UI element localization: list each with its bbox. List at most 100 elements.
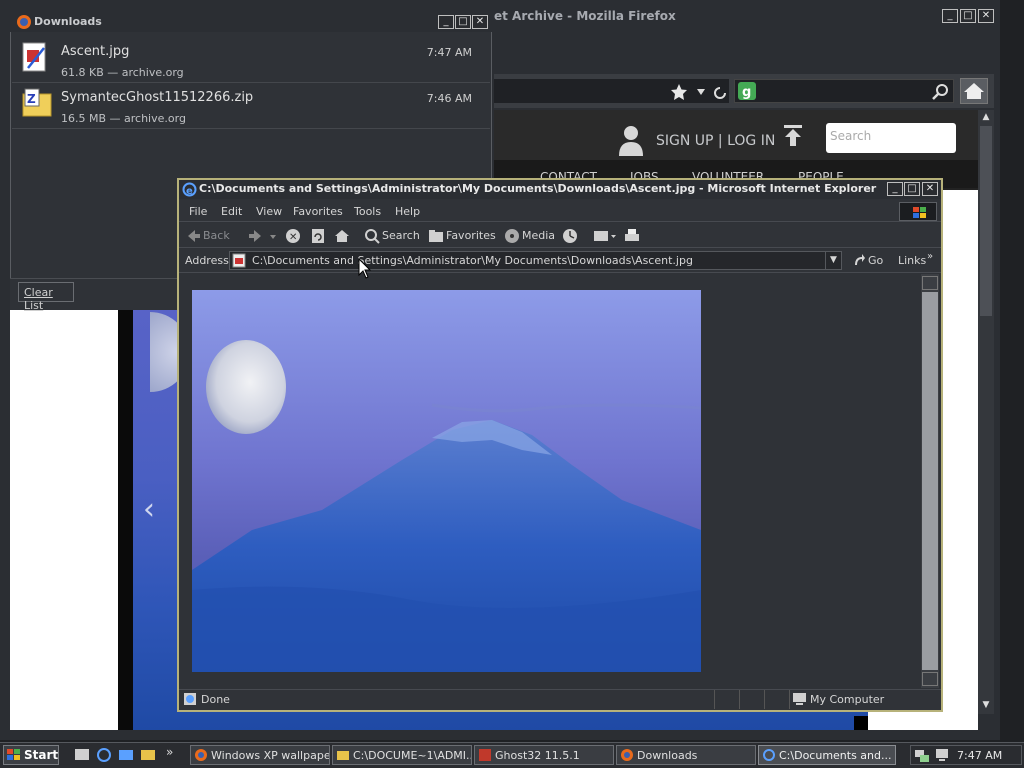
svg-text:e: e <box>186 186 193 197</box>
firefox-icon <box>17 15 31 29</box>
scroll-down-arrow[interactable]: ▼ <box>980 700 992 712</box>
download-meta: 16.5 MB — archive.org <box>61 112 186 125</box>
status-divider <box>764 690 765 709</box>
gallery-prev-arrow[interactable]: ‹ <box>143 492 155 527</box>
upload-icon[interactable] <box>783 125 803 147</box>
svg-text:✕: ✕ <box>289 232 297 243</box>
links-button[interactable]: Links <box>898 254 926 267</box>
page-margin <box>10 310 118 730</box>
network-icon[interactable] <box>914 747 930 763</box>
user-icon[interactable] <box>618 124 644 156</box>
jpg-file-icon <box>232 253 246 268</box>
ie-title: C:\Documents and Settings\Administrator\… <box>199 182 877 195</box>
maximize-button[interactable]: □ <box>904 182 920 196</box>
home-icon <box>964 83 984 99</box>
menu-help[interactable]: Help <box>395 205 420 218</box>
close-button[interactable]: ✕ <box>472 15 488 29</box>
zip-file-icon: Z <box>22 88 52 117</box>
mouse-cursor-icon <box>358 258 372 279</box>
back-button[interactable]: Back <box>203 229 230 242</box>
firefox-icon <box>621 749 633 761</box>
address-label: Address <box>185 254 229 267</box>
firefox-icon <box>195 749 207 761</box>
ie-scroll-thumb[interactable] <box>922 292 938 670</box>
minimize-button[interactable]: _ <box>942 9 958 23</box>
go-arrow-icon[interactable] <box>852 253 866 267</box>
firefox-scroll-thumb[interactable] <box>980 126 992 316</box>
image-file-icon <box>22 42 46 72</box>
firefox-search-box[interactable] <box>734 79 954 103</box>
clock: 7:47 AM <box>957 749 1003 762</box>
task-button[interactable]: Downloads <box>616 745 756 765</box>
bookmark-star-icon[interactable] <box>670 83 730 101</box>
folder-icon <box>337 751 349 760</box>
address-dropdown-arrow[interactable]: ▼ <box>825 252 841 269</box>
maximize-button[interactable]: □ <box>455 15 471 29</box>
address-input[interactable]: C:\Documents and Settings\Administrator\… <box>229 251 842 270</box>
chevron-right-icon[interactable]: » <box>927 251 933 262</box>
task-button[interactable]: Ghost32 11.5.1 <box>474 745 614 765</box>
ie-icon: e <box>182 182 197 197</box>
signup-login-link[interactable]: SIGN UP | LOG IN <box>656 133 775 149</box>
forward-arrow-icon[interactable] <box>248 229 278 243</box>
show-desktop-icon[interactable] <box>74 747 90 763</box>
google-icon[interactable]: g <box>738 82 762 100</box>
stop-icon[interactable]: ✕ <box>285 228 301 244</box>
download-filename: Ascent.jpg <box>61 44 130 59</box>
home-icon[interactable] <box>334 228 350 244</box>
search-icon[interactable] <box>364 228 380 244</box>
mail-icon[interactable] <box>593 228 617 244</box>
refresh-icon[interactable] <box>310 228 326 244</box>
task-button-active[interactable]: C:\Documents and... <box>758 745 896 765</box>
page-done-icon <box>184 693 196 705</box>
ie-quicklaunch-icon[interactable] <box>96 747 112 763</box>
close-button[interactable]: ✕ <box>922 182 938 196</box>
status-divider <box>739 690 740 709</box>
minimize-button[interactable]: _ <box>887 182 903 196</box>
downloads-title: Downloads <box>34 15 102 28</box>
search-button[interactable]: Search <box>382 229 420 242</box>
go-button[interactable]: Go <box>868 254 883 267</box>
back-arrow-icon[interactable] <box>187 229 201 243</box>
close-button[interactable]: ✕ <box>978 9 994 23</box>
media-button[interactable]: Media <box>522 229 555 242</box>
history-icon[interactable] <box>562 228 578 244</box>
download-time: 7:47 AM <box>426 46 472 59</box>
home-button[interactable] <box>960 78 988 104</box>
download-item[interactable]: Ascent.jpg 61.8 KB — archive.org 7:47 AM <box>12 38 490 84</box>
minimize-button[interactable]: _ <box>438 15 454 29</box>
menu-view[interactable]: View <box>256 205 282 218</box>
site-search-input[interactable]: Search <box>826 123 956 153</box>
my-computer-icon <box>793 693 806 705</box>
ie-icon <box>763 749 775 761</box>
outlook-icon[interactable] <box>118 747 134 763</box>
firefox-title: et Archive - Mozilla Firefox <box>494 9 676 23</box>
menu-edit[interactable]: Edit <box>221 205 242 218</box>
explorer-icon[interactable] <box>140 747 156 763</box>
windows-flag-icon <box>913 207 926 218</box>
quicklaunch-chevron-icon[interactable]: » <box>166 745 173 759</box>
gallery-corner <box>854 716 868 730</box>
monitor-icon[interactable] <box>934 747 950 763</box>
menu-tools[interactable]: Tools <box>354 205 381 218</box>
download-item[interactable]: Z SymantecGhost11512266.zip 16.5 MB — ar… <box>12 84 490 130</box>
clear-list-button[interactable]: Clear List <box>18 282 74 312</box>
menu-file[interactable]: File <box>189 205 207 218</box>
maximize-button[interactable]: □ <box>960 9 976 23</box>
divider <box>12 128 490 129</box>
ghost-icon <box>479 749 491 761</box>
scroll-up-button[interactable] <box>922 276 938 290</box>
task-button[interactable]: C:\DOCUME~1\ADMI... <box>332 745 472 765</box>
media-icon[interactable] <box>504 228 520 244</box>
task-button[interactable]: Windows XP wallpape... <box>190 745 330 765</box>
print-icon[interactable] <box>624 228 640 244</box>
divider <box>12 82 490 83</box>
favorites-button[interactable]: Favorites <box>446 229 496 242</box>
search-magnifier-icon[interactable] <box>932 83 950 101</box>
security-zone: My Computer <box>810 693 885 706</box>
gallery-border <box>118 310 133 730</box>
scroll-up-arrow[interactable]: ▲ <box>980 112 992 124</box>
menu-favorites[interactable]: Favorites <box>293 205 343 218</box>
favorites-folder-icon[interactable] <box>428 229 444 243</box>
scroll-down-button[interactable] <box>922 672 938 686</box>
